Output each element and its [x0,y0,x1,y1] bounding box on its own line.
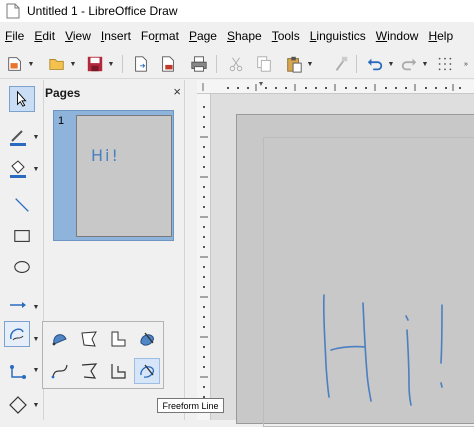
fill-color-dropdown-arrow[interactable]: ▼ [32,164,40,174]
pages-panel-header: Pages × [45,84,185,102]
pages-panel-title: Pages [45,86,81,100]
tooltip: Freeform Line [157,398,224,413]
menu-edit[interactable]: Edit [29,29,60,43]
ellipse-icon[interactable] [9,254,35,280]
indent-marker-icon [259,82,263,86]
polygon-45-icon[interactable] [105,358,131,384]
polygon-45-filled-icon[interactable] [105,326,131,352]
menu-bar: File Edit View Insert Format Page Shape Tools Li… [0,26,474,46]
curve-icon[interactable] [47,358,73,384]
menu-shape[interactable]: Shape [222,29,267,43]
paste-icon[interactable] [283,53,305,75]
basic-shapes-icon[interactable] [5,392,31,418]
drawing-page[interactable] [236,114,474,427]
line-color-icon[interactable] [5,124,31,150]
toolbar-separator [356,55,357,73]
toolbar-overflow-icon[interactable]: » [462,53,470,75]
save-dropdown-arrow[interactable]: ▼ [107,53,115,75]
horizontal-ruler-ticks [202,82,461,91]
connector-dropdown-arrow[interactable]: ▼ [32,365,40,375]
menu-insert[interactable]: Insert [96,29,136,43]
window-title: Untitled 1 - LibreOffice Draw [27,4,178,18]
undo-icon[interactable] [364,53,386,75]
clone-formatting-icon[interactable] [330,53,352,75]
curves-polygons-icon[interactable] [4,321,30,347]
menu-view[interactable]: View [60,29,96,43]
copy-icon[interactable] [253,53,275,75]
polygon-icon[interactable] [76,358,102,384]
pages-panel-scrollbar[interactable] [185,80,197,420]
polygon-filled-icon[interactable] [76,326,102,352]
export-icon[interactable] [130,53,152,75]
rectangle-icon[interactable] [9,223,35,249]
menu-linguistics[interactable]: Linguistics [305,29,371,43]
redo-icon[interactable] [398,53,420,75]
grid-icon[interactable] [434,53,456,75]
open-dropdown-arrow[interactable]: ▼ [69,53,77,75]
toolbar-separator [216,55,217,73]
libreoffice-draw-app-icon [6,3,20,19]
basic-shapes-dropdown-arrow[interactable]: ▼ [32,400,40,410]
redo-dropdown-arrow[interactable]: ▼ [421,53,429,75]
line-color-dropdown-arrow[interactable]: ▼ [32,132,40,142]
menu-file[interactable]: File [0,29,29,43]
connector-icon[interactable] [5,360,31,386]
print-icon[interactable] [188,53,210,75]
freeform-line-icon[interactable] [134,358,160,384]
page-thumbnail-preview: Hi! [76,115,172,237]
menu-format[interactable]: Format [136,29,184,43]
toolbar-separator [122,55,123,73]
curve-filled-icon[interactable] [47,326,73,352]
page-thumbnail-1[interactable]: 1 Hi! [53,110,174,241]
new-dropdown-arrow[interactable]: ▼ [27,53,35,75]
arrow-line-icon[interactable] [5,292,31,318]
paste-dropdown-arrow[interactable]: ▼ [306,53,314,75]
select-icon[interactable] [9,86,35,112]
drawing-toolbar: ▼ ▼ ▼ ▼ ▼ ▼ [0,80,44,420]
export-pdf-icon[interactable] [157,53,179,75]
fill-color-icon[interactable] [5,156,31,182]
page-thumbnail-number: 1 [58,115,65,127]
menu-window[interactable]: Window [371,29,424,43]
close-icon[interactable]: × [173,84,181,99]
curves-polygons-flyout [42,321,164,389]
menu-page[interactable]: Page [184,29,222,43]
curves-polygons-dropdown-arrow[interactable]: ▼ [32,334,40,344]
vertical-ruler[interactable] [197,94,211,420]
horizontal-ruler[interactable] [197,80,474,94]
new-icon[interactable] [4,53,26,75]
arrow-line-dropdown-arrow[interactable]: ▼ [32,302,40,312]
standard-toolbar: ▼ ▼ ▼ ▼ ▼ ▼ » [0,49,474,79]
save-icon[interactable] [84,53,106,75]
title-bar: Untitled 1 - LibreOffice Draw [0,0,474,22]
undo-dropdown-arrow[interactable]: ▼ [387,53,395,75]
open-icon[interactable] [46,53,68,75]
drawing-canvas[interactable] [211,94,474,427]
freeform-filled-icon[interactable] [134,326,160,352]
menu-help[interactable]: Help [423,29,458,43]
menu-tools[interactable]: Tools [267,29,305,43]
cut-icon[interactable] [225,53,247,75]
vertical-ruler-ticks [200,106,208,408]
freeform-drawing-hi[interactable] [237,115,474,425]
page-thumbnail-text: Hi! [91,146,120,165]
line-icon[interactable] [9,192,35,218]
